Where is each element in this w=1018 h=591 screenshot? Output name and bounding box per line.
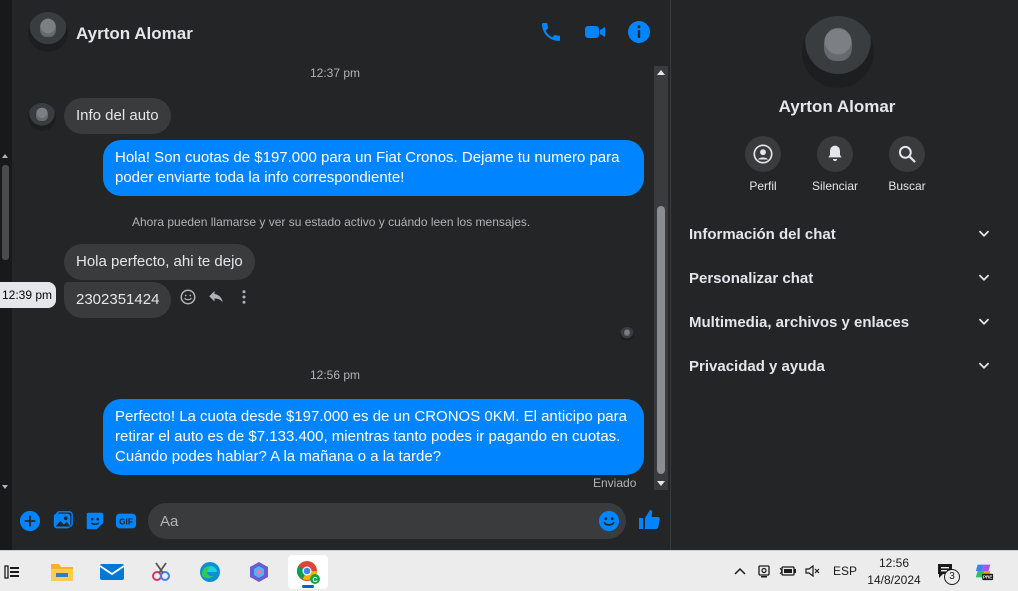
left-scrollbar[interactable] — [0, 0, 12, 550]
right-edge — [1002, 0, 1018, 550]
section-title: Información del chat — [689, 225, 836, 243]
message-input[interactable] — [148, 503, 626, 539]
folder-icon — [51, 564, 73, 581]
snipping-tool-button[interactable] — [141, 555, 181, 589]
mail-button[interactable] — [92, 555, 132, 589]
message-list[interactable]: 12:37 pm Info del auto Hola! Son cuotas … — [12, 62, 656, 494]
file-explorer-button[interactable] — [42, 555, 82, 589]
composer-bar: GIF — [12, 494, 670, 550]
scrollbar-thumb[interactable] — [657, 206, 665, 474]
scroll-up-arrow[interactable] — [657, 70, 665, 75]
device-icon — [758, 565, 770, 578]
message-time-tooltip: 12:39 pm — [0, 282, 57, 308]
contact-name[interactable]: Ayrton Alomar — [76, 24, 193, 44]
sender-avatar[interactable] — [28, 103, 56, 131]
panel-contact-avatar[interactable] — [802, 16, 874, 88]
gallery-icon[interactable] — [52, 510, 74, 532]
input-language[interactable]: ESP — [833, 564, 857, 578]
chevron-down-icon — [979, 274, 989, 281]
sent-status: Enviado — [593, 476, 637, 490]
message-bubble-outgoing[interactable]: Perfecto! La cuota desde $197.000 es de … — [103, 399, 644, 475]
task-view-icon — [4, 565, 19, 579]
chevron-down-icon — [979, 318, 989, 325]
clock-date[interactable]: 14/8/2024 — [864, 573, 924, 587]
plus-icon[interactable] — [19, 510, 41, 532]
video-call-icon[interactable] — [583, 20, 607, 44]
task-view-button[interactable] — [0, 555, 24, 589]
message-bubble-outgoing[interactable]: Hola! Son cuotas de $197.000 para un Fia… — [103, 140, 644, 196]
system-notice: Ahora pueden llamarse y ver su estado ac… — [132, 215, 531, 229]
search-icon — [898, 145, 916, 163]
section-customize-chat[interactable]: Personalizar chat — [689, 260, 991, 296]
chevron-down-icon — [979, 362, 989, 369]
mail-icon — [99, 564, 125, 580]
volume-muted-icon — [805, 564, 820, 578]
sticker-icon[interactable] — [84, 510, 106, 532]
section-title: Privacidad y ayuda — [689, 357, 825, 375]
svg-text:GIF: GIF — [119, 518, 133, 527]
scroll-down-arrow[interactable] — [2, 485, 8, 489]
message-bubble-incoming[interactable]: 2302351424 — [64, 282, 172, 318]
section-title: Multimedia, archivos y enlaces — [689, 313, 910, 331]
chat-header: Ayrton Alomar — [12, 0, 670, 62]
read-receipt-avatar — [620, 327, 634, 341]
clock-time[interactable]: 12:56 — [866, 556, 922, 570]
timestamp: 12:56 pm — [310, 368, 361, 382]
chat-scrollbar[interactable] — [654, 66, 668, 490]
reply-icon[interactable] — [207, 288, 225, 306]
message-bubble-incoming[interactable]: Info del auto — [64, 98, 171, 134]
profile-icon — [753, 144, 773, 164]
section-chat-info[interactable]: Información del chat — [689, 216, 991, 252]
chevron-up-icon — [734, 567, 746, 575]
chrome-button[interactable]: C — [288, 555, 328, 589]
svg-text:PRE: PRE — [983, 575, 992, 580]
notification-count-badge: 3 — [944, 569, 960, 585]
bell-icon — [828, 145, 842, 162]
panel-contact-name: Ayrton Alomar — [778, 97, 896, 116]
svg-text:C: C — [312, 577, 317, 584]
volume-button[interactable] — [802, 561, 822, 581]
copilot-pre-icon: PRE — [975, 564, 994, 581]
search-label: Buscar — [888, 179, 926, 193]
section-title: Personalizar chat — [689, 269, 814, 287]
scroll-down-arrow[interactable] — [657, 481, 665, 486]
chevron-down-icon — [979, 230, 989, 237]
messenger-window: Ayrton Alomar 12:37 pm Info del auto Hol… — [0, 0, 1018, 550]
info-icon[interactable] — [627, 20, 651, 44]
conversation-info-panel: Ayrton Alomar Perfil Silenciar Buscar In… — [670, 0, 1002, 550]
phone-call-icon[interactable] — [539, 20, 563, 44]
profile-button[interactable]: Perfil — [723, 136, 803, 193]
edge-browser-button[interactable] — [190, 555, 230, 589]
mute-label: Silenciar — [811, 179, 859, 193]
search-button[interactable]: Buscar — [867, 136, 947, 193]
battery-icon — [779, 566, 796, 576]
edge-icon — [200, 562, 220, 582]
copilot-button[interactable] — [239, 555, 279, 589]
contact-avatar[interactable] — [28, 12, 68, 52]
section-media-files-links[interactable]: Multimedia, archivos y enlaces — [689, 304, 991, 340]
scrollbar-thumb[interactable] — [2, 165, 9, 260]
profile-label: Perfil — [749, 179, 777, 193]
emoji-icon[interactable] — [598, 510, 620, 532]
chat-pane: Ayrton Alomar 12:37 pm Info del auto Hol… — [12, 0, 670, 550]
react-emoji-icon[interactable] — [179, 288, 197, 306]
message-bubble-incoming[interactable]: Hola perfecto, ahi te dejo — [64, 244, 255, 280]
scroll-up-arrow[interactable] — [2, 154, 8, 158]
copilot-pre-button[interactable]: PRE — [974, 561, 994, 581]
scissors-icon — [152, 562, 170, 581]
tray-device-button[interactable] — [754, 561, 774, 581]
chrome-icon: C — [296, 561, 320, 584]
mute-button[interactable]: Silenciar — [795, 136, 875, 193]
timestamp: 12:37 pm — [310, 66, 361, 80]
more-options-icon[interactable] — [235, 288, 253, 306]
thumbs-up-icon[interactable] — [637, 508, 661, 532]
gif-icon[interactable]: GIF — [115, 510, 137, 532]
show-hidden-icons-button[interactable] — [730, 561, 750, 581]
battery-button[interactable] — [778, 561, 798, 581]
section-privacy-help[interactable]: Privacidad y ayuda — [689, 348, 991, 384]
copilot-icon — [250, 562, 268, 582]
windows-taskbar: C ESP 12:56 14/8/2024 3 PRE — [0, 550, 1018, 591]
